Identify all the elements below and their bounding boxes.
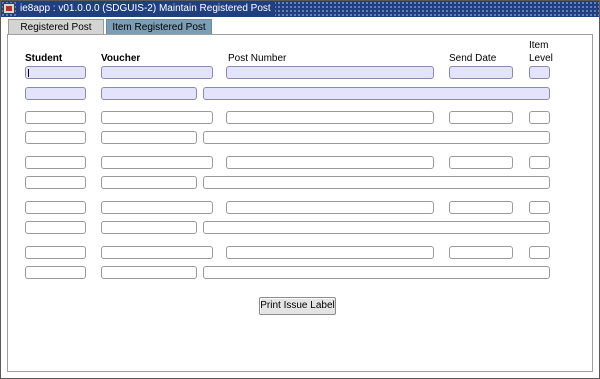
sub-field-1[interactable] <box>25 176 86 189</box>
voucher-sub-field[interactable] <box>101 266 197 279</box>
sub-field-1[interactable] <box>25 221 86 234</box>
app-icon <box>3 3 15 14</box>
header-send-date: Send Date <box>449 53 497 64</box>
send-date-field[interactable] <box>449 156 513 169</box>
send-date-field[interactable] <box>449 201 513 214</box>
voucher-field[interactable] <box>101 111 213 124</box>
sub-field-1[interactable] <box>25 87 86 100</box>
post-number-field[interactable] <box>226 246 434 259</box>
post-number-field[interactable] <box>226 156 434 169</box>
sub-field-1[interactable] <box>25 266 86 279</box>
item-level-field[interactable] <box>529 111 550 124</box>
item-level-field[interactable] <box>529 201 550 214</box>
form-panel: Student Voucher Post Number Send Date It… <box>7 34 593 372</box>
item-level-field[interactable] <box>529 246 550 259</box>
voucher-sub-field[interactable] <box>101 221 197 234</box>
voucher-field[interactable] <box>101 246 213 259</box>
post-number-field[interactable] <box>226 201 434 214</box>
voucher-sub-field[interactable] <box>101 87 197 100</box>
student-field[interactable] <box>25 66 86 79</box>
item-level-field[interactable] <box>529 66 550 79</box>
header-student: Student <box>25 53 63 64</box>
header-item-level-line1: Item <box>529 40 549 51</box>
send-date-field[interactable] <box>449 246 513 259</box>
window-title: ie8app : v01.0.0.0 (SDGUIS-2) Maintain R… <box>18 2 275 16</box>
voucher-sub-field[interactable] <box>101 176 197 189</box>
tab-item-registered-post[interactable]: Item Registered Post <box>106 19 212 35</box>
post-number-field[interactable] <box>226 111 434 124</box>
remarks-field[interactable] <box>203 87 550 100</box>
voucher-field[interactable] <box>101 201 213 214</box>
header-item-level-line2: Level <box>529 53 553 64</box>
header-voucher: Voucher <box>101 53 141 64</box>
print-issue-label-button[interactable]: Print Issue Label <box>259 297 336 315</box>
remarks-field[interactable] <box>203 266 550 279</box>
sub-field-1[interactable] <box>25 131 86 144</box>
remarks-field[interactable] <box>203 131 550 144</box>
send-date-field[interactable] <box>449 66 513 79</box>
voucher-sub-field[interactable] <box>101 131 197 144</box>
item-level-field[interactable] <box>529 156 550 169</box>
student-field[interactable] <box>25 111 86 124</box>
voucher-field[interactable] <box>101 156 213 169</box>
remarks-field[interactable] <box>203 176 550 189</box>
voucher-field[interactable] <box>101 66 213 79</box>
student-field[interactable] <box>25 156 86 169</box>
student-field[interactable] <box>25 246 86 259</box>
post-number-field[interactable] <box>226 66 434 79</box>
header-post-number: Post Number <box>228 53 287 64</box>
remarks-field[interactable] <box>203 221 550 234</box>
student-field[interactable] <box>25 201 86 214</box>
tab-registered-post[interactable]: Registered Post <box>8 19 104 35</box>
title-bar[interactable]: ie8app : v01.0.0.0 (SDGUIS-2) Maintain R… <box>1 1 599 17</box>
send-date-field[interactable] <box>449 111 513 124</box>
